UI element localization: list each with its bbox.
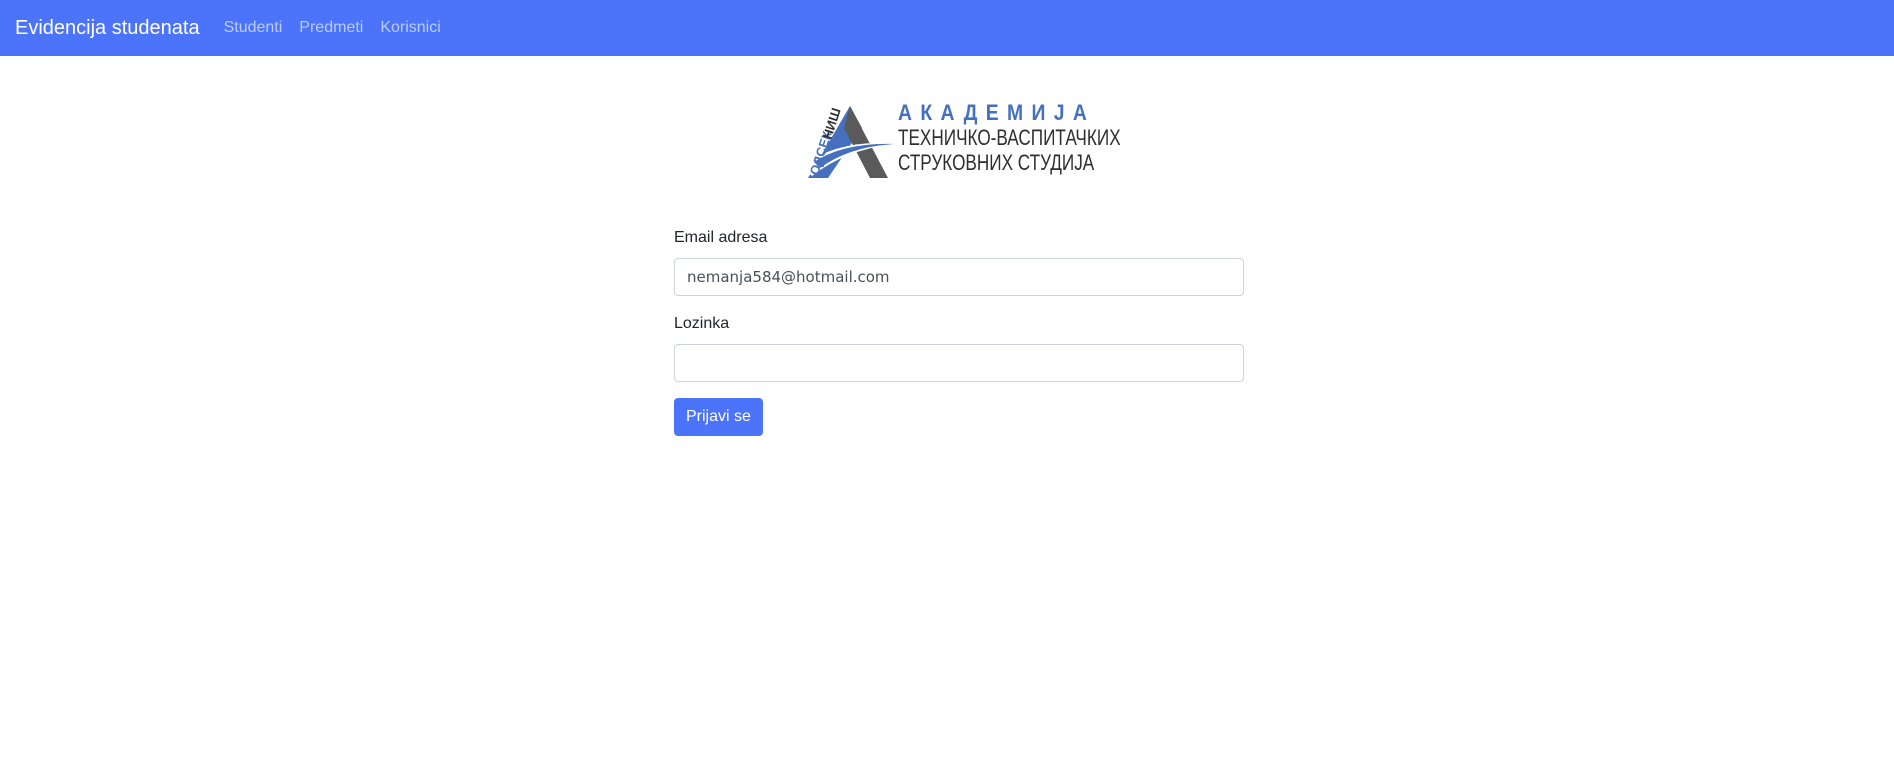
password-label: Lozinka [674,315,730,332]
academy-logo-mark: ОДСЕК НИШ [802,106,898,178]
nav-link-studenti[interactable]: Studenti [224,19,283,37]
top-navbar: Evidencija studenata Studenti Predmeti K… [0,0,1894,56]
login-button[interactable]: Prijavi se [674,398,763,436]
logo-line-tehnicko: ТЕХНИЧКО-ВАСПИТАЧКИХ [898,125,1121,150]
email-group: Email adresa [674,226,1244,296]
nav-link-predmeti[interactable]: Predmeti [299,19,363,37]
email-label: Email adresa [674,229,768,246]
navbar-brand[interactable]: Evidencija studenata [15,17,200,40]
logo-line-strukovnih: СТРУКОВНИХ СТУДИЈА [898,150,1095,175]
password-field[interactable] [674,344,1244,382]
academy-logo: ОДСЕК НИШ АКАДЕМИЈА ТЕХНИЧКО-ВАСПИТАЧКИХ… [800,98,1121,183]
login-form: Email adresa Lozinka Prijavi se [674,226,1244,436]
nav-link-korisnici[interactable]: Korisnici [380,19,440,37]
password-group: Lozinka [674,312,1244,382]
logo-line-akademija: АКАДЕМИЈА [898,100,1096,125]
email-field[interactable] [674,258,1244,296]
